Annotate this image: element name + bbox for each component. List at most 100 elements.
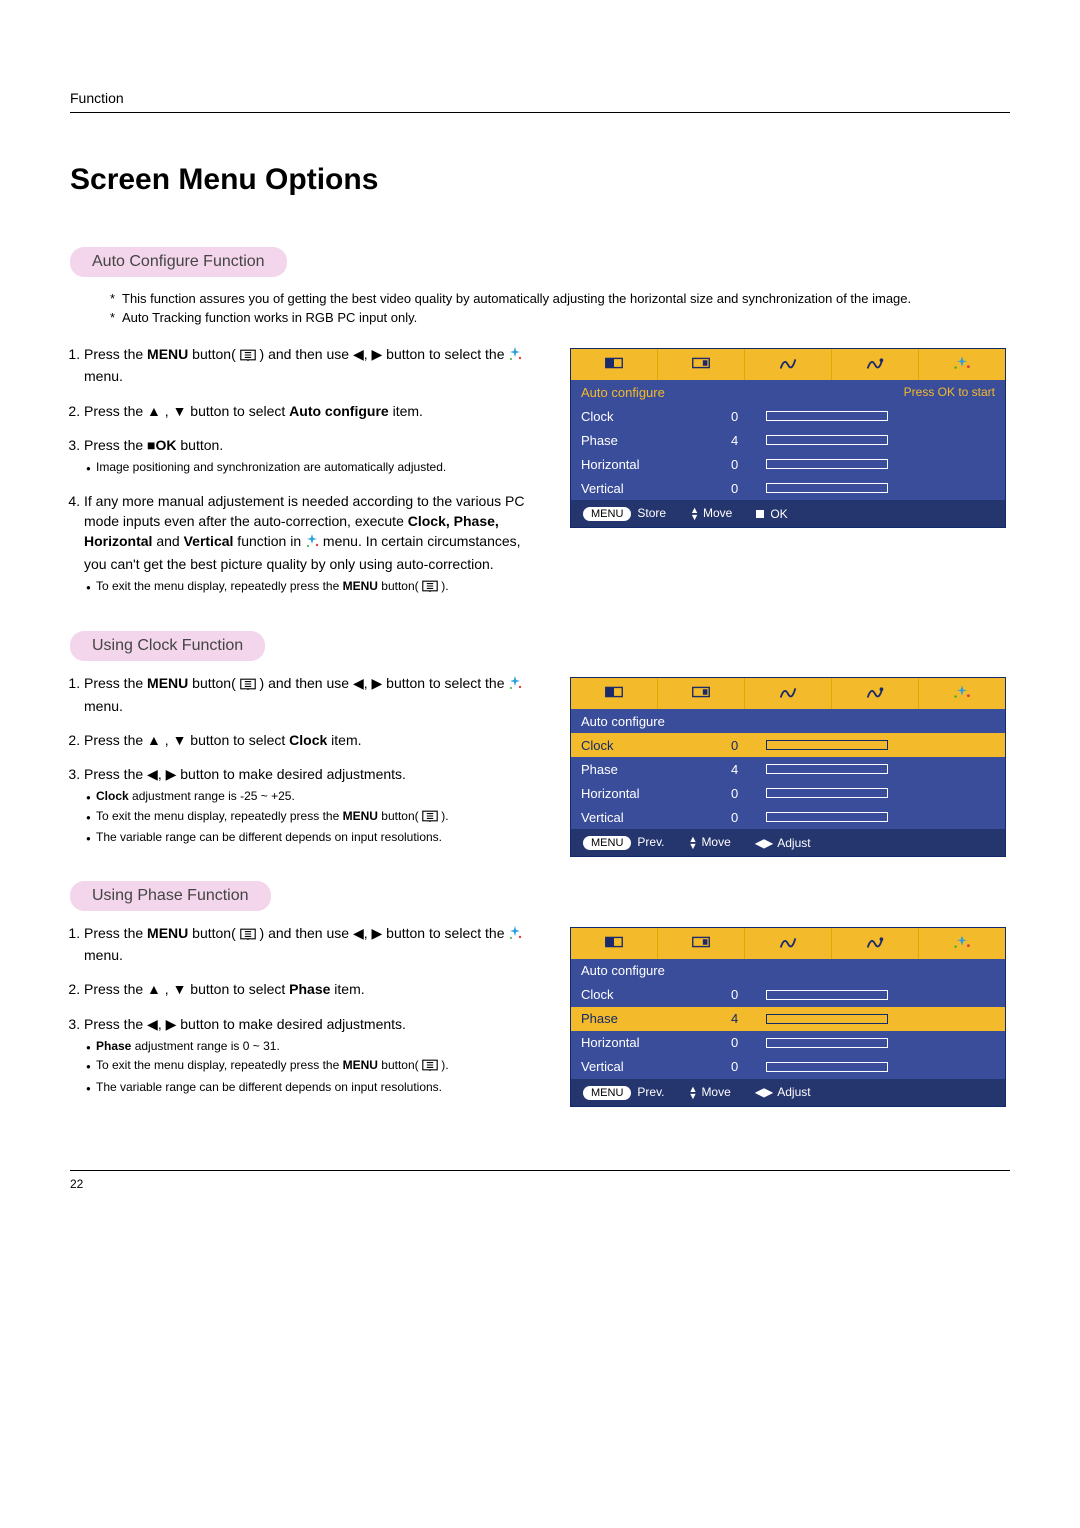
osd-row-label: Phase xyxy=(581,1011,731,1026)
doc-section-label: Function xyxy=(70,90,1010,113)
osd-row: Phase4 xyxy=(571,757,1005,781)
osd-row-bar xyxy=(766,740,888,750)
osd-row-bar xyxy=(766,411,888,421)
ok-square-icon xyxy=(756,510,764,518)
intro-item: This function assures you of getting the… xyxy=(110,290,1010,308)
osd-tab-icon xyxy=(571,928,657,959)
step: Press the ◀, ▶ button to make desired ad… xyxy=(84,1014,546,1096)
menu-icon xyxy=(422,580,438,597)
step: Press the ◀, ▶ button to make desired ad… xyxy=(84,764,546,846)
step: If any more manual adjustement is needed… xyxy=(84,491,546,598)
osd-row-value: 0 xyxy=(731,457,766,472)
section-heading-auto: Auto Configure Function xyxy=(70,247,287,277)
osd-phase: Auto configureClock0Phase4Horizontal0Ver… xyxy=(570,927,1006,1107)
osd-tab-icon xyxy=(919,349,1005,380)
osd-row-value: 0 xyxy=(731,738,766,753)
osd-row-label: Clock xyxy=(581,987,731,1002)
osd-tab-icon xyxy=(571,678,657,709)
osd-row: Auto configure xyxy=(571,709,1005,733)
osd-row-bar xyxy=(766,788,888,798)
step: Press the MENU button( ) and then use ◀,… xyxy=(84,344,546,387)
osd-tab-icon xyxy=(658,928,744,959)
osd-row: Phase4 xyxy=(571,1007,1005,1031)
sparkle-icon xyxy=(508,925,522,945)
sparkle-icon xyxy=(508,675,522,695)
osd-row: Horizontal0 xyxy=(571,1031,1005,1055)
osd-row-value: 0 xyxy=(731,481,766,496)
osd-row: Vertical0 xyxy=(571,1055,1005,1079)
osd-tab-icon xyxy=(832,928,918,959)
osd-tab-icon xyxy=(658,349,744,380)
note: Clock adjustment range is -25 ~ +25. xyxy=(86,788,546,805)
osd-foot: MENUStore▲▼MoveOK xyxy=(571,500,1005,527)
osd-row-bar xyxy=(766,812,888,822)
osd-row: Horizontal0 xyxy=(571,781,1005,805)
page-title: Screen Menu Options xyxy=(70,163,1010,197)
intro-item: Auto Tracking function works in RGB PC i… xyxy=(110,309,1010,327)
osd-row: Phase4 xyxy=(571,428,1005,452)
osd-row-value: 0 xyxy=(731,1035,766,1050)
step: Press the MENU button( ) and then use ◀,… xyxy=(84,923,546,966)
section-heading-phase: Using Phase Function xyxy=(70,881,271,911)
leftright-icon: ◀▶ xyxy=(755,836,773,850)
osd-auto: Auto configurePress OK to startClock0Pha… xyxy=(570,348,1006,528)
steps-auto: Press the MENU button( ) and then use ◀,… xyxy=(84,344,546,597)
osd-row: Vertical0 xyxy=(571,476,1005,500)
sparkle-icon xyxy=(305,533,319,553)
osd-foot-menu-pill: MENU xyxy=(583,1086,631,1100)
osd-row-label: Auto configure xyxy=(581,963,731,978)
updown-icon: ▲▼ xyxy=(689,836,698,850)
osd-row-value: 0 xyxy=(731,810,766,825)
osd-clock: Auto configureClock0Phase4Horizontal0Ver… xyxy=(570,677,1006,857)
section-heading-clock: Using Clock Function xyxy=(70,631,265,661)
page-number: 22 xyxy=(70,1170,1010,1191)
osd-tab-icon xyxy=(919,678,1005,709)
osd-row: Horizontal0 xyxy=(571,452,1005,476)
osd-row: Auto configure xyxy=(571,959,1005,983)
osd-tab-icon xyxy=(658,678,744,709)
osd-row-bar xyxy=(766,990,888,1000)
osd-tab-icon xyxy=(832,678,918,709)
note: To exit the menu display, repeatedly pre… xyxy=(86,808,546,827)
osd-row-label: Horizontal xyxy=(581,1035,731,1050)
osd-row-label: Clock xyxy=(581,409,731,424)
step: Press the ▲ , ▼ button to select Clock i… xyxy=(84,730,546,750)
step: Press the MENU button( ) and then use ◀,… xyxy=(84,673,546,716)
osd-row-bar xyxy=(766,459,888,469)
osd-foot-menu-pill: MENU xyxy=(583,507,631,521)
osd-tab-icon xyxy=(919,928,1005,959)
osd-row-label: Phase xyxy=(581,762,731,777)
osd-row-value: 4 xyxy=(731,1011,766,1026)
osd-row: Auto configurePress OK to start xyxy=(571,380,1005,404)
osd-foot-menu-pill: MENU xyxy=(583,836,631,850)
osd-row: Clock0 xyxy=(571,404,1005,428)
osd-row-label: Auto configure xyxy=(581,385,731,400)
osd-row: Clock0 xyxy=(571,983,1005,1007)
osd-row-value: 0 xyxy=(731,1059,766,1074)
osd-row-label: Auto configure xyxy=(581,714,731,729)
osd-row-value: 4 xyxy=(731,762,766,777)
osd-tab-icon xyxy=(832,349,918,380)
menu-icon xyxy=(240,346,256,366)
note: The variable range can be different depe… xyxy=(86,1079,546,1096)
osd-row-label: Clock xyxy=(581,738,731,753)
note: To exit the menu display, repeatedly pre… xyxy=(86,578,546,597)
leftright-icon: ◀▶ xyxy=(755,1085,773,1099)
osd-row: Clock0 xyxy=(571,733,1005,757)
menu-icon xyxy=(422,810,438,827)
osd-tab-icon xyxy=(745,928,831,959)
osd-row-label: Phase xyxy=(581,433,731,448)
osd-row-label: Horizontal xyxy=(581,786,731,801)
osd-tabs xyxy=(571,678,1005,709)
osd-row-label: Vertical xyxy=(581,481,731,496)
osd-row-bar xyxy=(766,1062,888,1072)
osd-row-bar xyxy=(766,483,888,493)
osd-tabs xyxy=(571,349,1005,380)
intro-list: This function assures you of getting the… xyxy=(70,290,1010,326)
sparkle-icon xyxy=(508,346,522,366)
osd-row-bar xyxy=(766,764,888,774)
osd-row-bar xyxy=(766,1014,888,1024)
osd-foot: MENUPrev.▲▼Move◀▶Adjust xyxy=(571,829,1005,856)
note: The variable range can be different depe… xyxy=(86,829,546,846)
osd-row: Vertical0 xyxy=(571,805,1005,829)
